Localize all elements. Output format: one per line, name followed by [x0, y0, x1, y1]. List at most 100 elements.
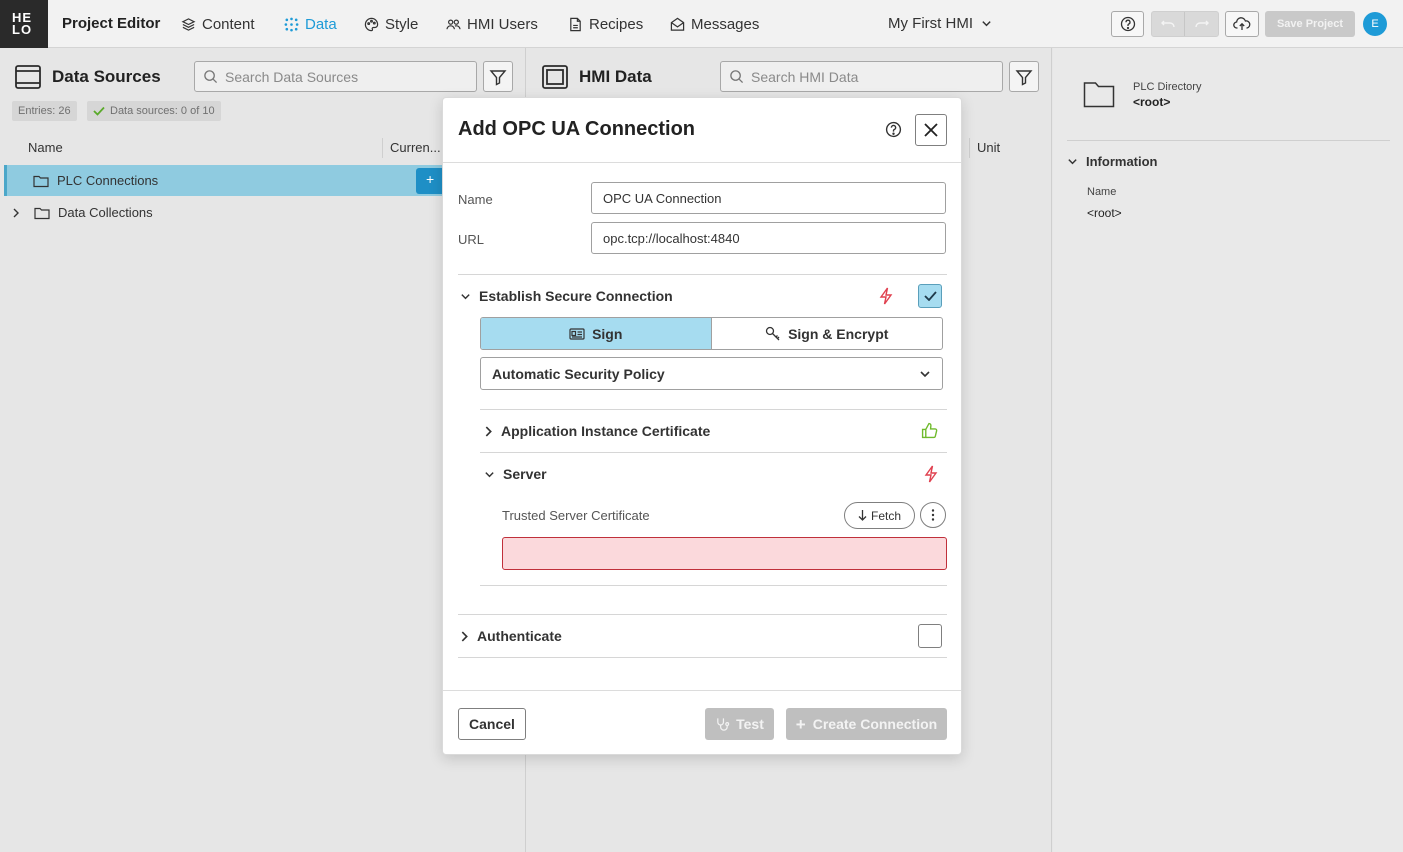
info-name-label: Name [1087, 186, 1117, 198]
chevron-down-icon [1068, 159, 1077, 165]
column-divider[interactable] [969, 138, 970, 158]
nav-messages[interactable]: Messages [670, 14, 759, 34]
dialog-close-button[interactable] [915, 114, 947, 146]
app-title: Project Editor [62, 15, 161, 32]
deploy-button[interactable] [1225, 11, 1259, 37]
palette-icon [364, 17, 379, 31]
folder-icon [1083, 82, 1115, 108]
nav-data-label: Data [305, 15, 337, 33]
authenticate-checkbox[interactable] [918, 624, 942, 648]
hmi-data-search-input[interactable]: Search HMI Data [720, 61, 1003, 92]
column-header-unit[interactable]: Unit [977, 140, 1000, 155]
data-sources-header: Data Sources [14, 63, 161, 91]
divider [458, 657, 947, 658]
app-certificate-toggle[interactable]: Application Instance Certificate [484, 423, 710, 439]
nav-style[interactable]: Style [364, 14, 418, 34]
information-section-toggle[interactable]: Information [1067, 154, 1158, 169]
question-circle-icon [1120, 16, 1135, 32]
security-policy-value: Automatic Security Policy [492, 365, 665, 382]
nav-hmi-users[interactable]: HMI Users [446, 14, 538, 34]
directory-path: <root> [1133, 95, 1171, 109]
help-button[interactable] [1111, 11, 1144, 37]
search-icon [730, 70, 744, 84]
chevron-down-icon [485, 471, 494, 477]
divider [443, 162, 961, 163]
divider [1067, 140, 1390, 141]
authenticate-section-toggle[interactable]: Authenticate [460, 628, 562, 644]
app-logo[interactable]: HE LO [0, 0, 48, 48]
plus-icon: + [795, 714, 806, 734]
sign-option[interactable]: Sign [481, 318, 712, 349]
hmi-data-filter-button[interactable] [1009, 61, 1039, 92]
dialog-help-button[interactable] [885, 121, 902, 138]
column-header-name[interactable]: Name [28, 140, 63, 155]
undo-redo-group [1151, 11, 1219, 37]
secure-connection-checkbox[interactable] [918, 284, 942, 308]
divider [480, 452, 947, 453]
data-dots-icon [284, 17, 299, 31]
sign-encrypt-option[interactable]: Sign & Encrypt [712, 318, 943, 349]
connection-name-input[interactable]: OPC UA Connection [591, 182, 946, 214]
hmi-selector[interactable]: My First HMI [888, 15, 992, 32]
data-sources-search-placeholder: Search Data Sources [225, 68, 359, 85]
nav-hmi-users-label: HMI Users [467, 15, 538, 33]
column-divider[interactable] [382, 138, 383, 158]
chevron-right-icon[interactable] [12, 208, 20, 218]
sign-encrypt-option-label: Sign & Encrypt [788, 325, 889, 342]
security-policy-select[interactable]: Automatic Security Policy [480, 357, 943, 390]
envelope-icon [670, 17, 685, 31]
tree-row-data-collections[interactable]: Data Collections [4, 197, 153, 228]
information-title: Information [1086, 154, 1158, 169]
certificate-options-button[interactable] [920, 502, 946, 528]
nav-content[interactable]: Content [181, 14, 255, 34]
undo-button[interactable] [1152, 12, 1186, 36]
divider [443, 690, 961, 691]
stethoscope-icon [717, 717, 730, 731]
connection-url-input[interactable]: opc.tcp://localhost:4840 [591, 222, 946, 254]
lightning-warning-icon [879, 287, 893, 305]
url-field-label: URL [458, 232, 485, 247]
cancel-button[interactable]: Cancel [458, 708, 526, 740]
redo-button[interactable] [1185, 12, 1218, 36]
arrow-down-icon [858, 510, 867, 521]
trusted-certificate-field[interactable] [502, 537, 947, 570]
chevron-down-icon [461, 293, 470, 299]
dialog-title: Add OPC UA Connection [458, 118, 696, 140]
tree-row-plc-connections[interactable]: PLC Connections [4, 165, 444, 196]
create-connection-button[interactable]: + Create Connection [786, 708, 947, 740]
server-section-toggle[interactable]: Server [484, 466, 547, 482]
data-sources-search-input[interactable]: Search Data Sources [194, 61, 477, 92]
add-opc-ua-connection-dialog: Add OPC UA Connection Name OPC UA Connec… [442, 97, 962, 755]
fetch-certificate-button[interactable]: Fetch [844, 502, 915, 529]
cloud-upload-icon [1233, 17, 1251, 30]
directory-type-label: PLC Directory [1133, 81, 1202, 93]
column-header-current[interactable]: Curren... [390, 140, 441, 155]
hmi-selector-label: My First HMI [888, 15, 973, 32]
nav-recipes-label: Recipes [589, 15, 644, 33]
hmi-data-search-placeholder: Search HMI Data [751, 68, 859, 85]
nav-style-label: Style [385, 15, 419, 33]
folder-icon [34, 207, 50, 219]
lightning-warning-icon [924, 465, 938, 483]
key-icon [765, 326, 780, 340]
hmi-data-header: HMI Data [541, 63, 652, 91]
nav-recipes[interactable]: Recipes [568, 14, 643, 34]
test-connection-button[interactable]: Test [705, 708, 774, 740]
data-sources-count-text: Data sources: 0 of 10 [110, 105, 215, 117]
security-mode-toggle: Sign Sign & Encrypt [480, 317, 943, 350]
chevron-right-icon [461, 631, 468, 641]
id-card-icon [569, 327, 585, 340]
data-sources-filter-button[interactable] [483, 61, 513, 92]
save-project-button[interactable]: Save Project [1265, 11, 1355, 37]
user-avatar[interactable]: E [1363, 12, 1387, 36]
redo-icon [1194, 20, 1209, 28]
nav-data[interactable]: Data [284, 14, 337, 34]
monitor-icon [15, 65, 41, 89]
authenticate-title: Authenticate [477, 628, 562, 644]
users-icon [446, 18, 461, 29]
details-panel: PLC Directory <root> Information Name <r… [1053, 48, 1403, 852]
entries-badge-text: Entries: 26 [18, 105, 71, 117]
layers-icon [181, 17, 196, 31]
secure-connection-toggle[interactable]: Establish Secure Connection [460, 288, 673, 304]
folder-icon [33, 175, 49, 187]
